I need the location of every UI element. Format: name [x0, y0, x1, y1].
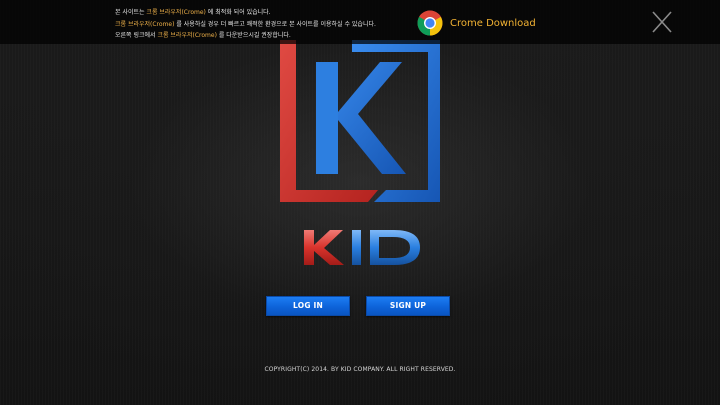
copyright-text: COPYRIGHT(C) 2014. BY KID COMPANY. ALL R…: [264, 366, 456, 373]
notice-highlight: 크롬 브라우저(Crome): [146, 9, 206, 16]
notice-line-3: 오른쪽 링크에서 크롬 브라우저(Crome) 를 다운받으시길 권장합니다.: [115, 32, 291, 39]
notice-line-2: 크롬 브라우저(Crome) 를 사용하실 경우 더 빠르고 쾌적한 환경으로 …: [115, 20, 376, 28]
login-button[interactable]: LOG IN: [266, 296, 350, 316]
chrome-download-label[interactable]: Crome Download: [450, 18, 536, 29]
close-notice-button[interactable]: [648, 8, 676, 36]
signup-button[interactable]: SIGN UP: [366, 296, 450, 316]
close-icon[interactable]: [648, 8, 676, 36]
notice-line-1: 본 사이트는 크롬 브라우저(Crome) 에 최적화 되어 있습니다.: [115, 9, 271, 16]
kid-logo-icon: [276, 28, 444, 208]
kid-wordmark: [300, 222, 424, 270]
notice-highlight: 크롬 브라우저(Crome): [157, 32, 217, 39]
browser-notice-bar: 본 사이트는 크롬 브라우저(Crome) 에 최적화 되어 있습니다. 크롬 …: [0, 0, 720, 44]
chrome-logo-icon: [417, 10, 443, 36]
browser-notice-text: 본 사이트는 크롬 브라우저(Crome) 에 최적화 되어 있습니다. 크롬 …: [115, 7, 405, 42]
login-page: 본 사이트는 크롬 브라우저(Crome) 에 최적화 되어 있습니다. 크롬 …: [0, 0, 720, 405]
chrome-download-link[interactable]: Crome Download: [417, 10, 536, 36]
notice-highlight: 크롬 브라우저(Crome): [115, 20, 175, 28]
